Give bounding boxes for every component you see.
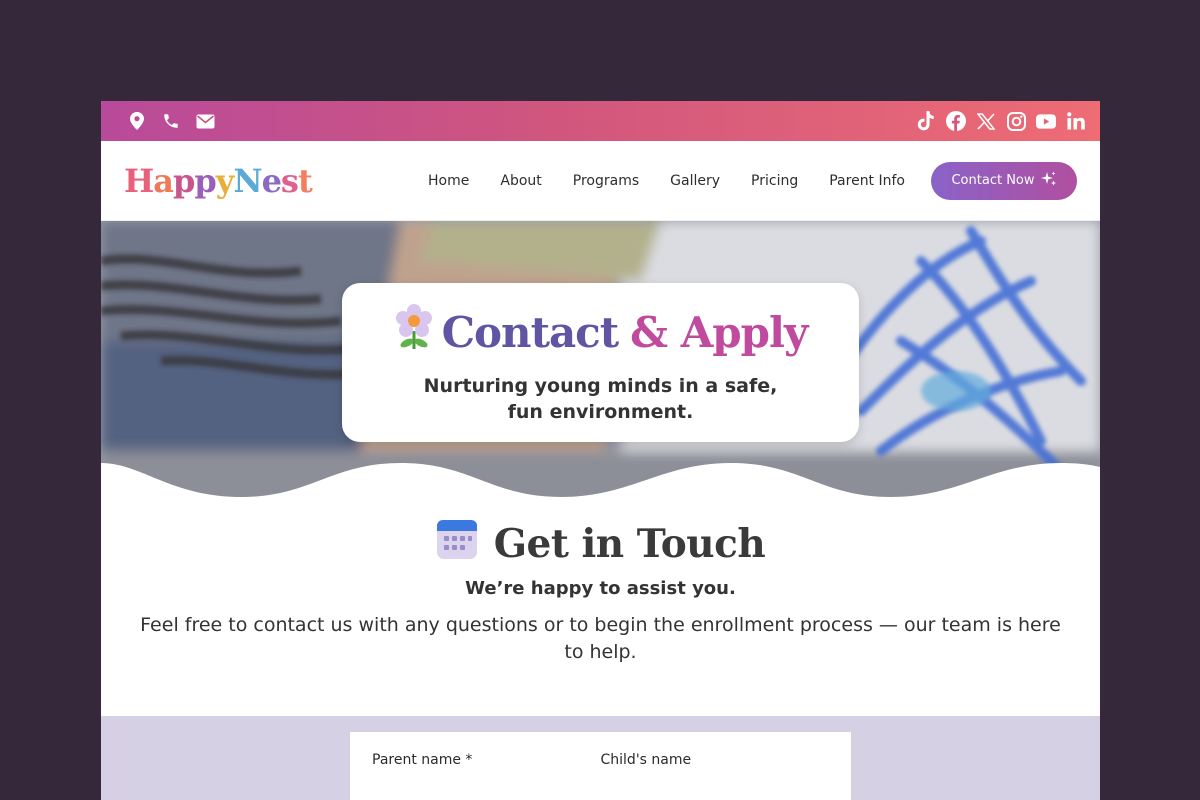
nav-item-home[interactable]: Home xyxy=(428,173,469,189)
phone-icon[interactable] xyxy=(161,111,181,131)
get-in-touch-heading: Get in Touch xyxy=(493,521,766,567)
flower-icon xyxy=(394,303,434,361)
logo-letter: e xyxy=(261,161,282,200)
logo-letter: y xyxy=(215,161,235,200)
main-navigation: HappyNest Home About Programs Gallery Pr… xyxy=(101,141,1100,221)
logo-letter: a xyxy=(153,161,174,200)
hero-card: Contact & Apply Nurturing young minds in… xyxy=(342,283,859,442)
get-in-touch-subtitle: We’re happy to assist you. xyxy=(465,578,736,599)
logo[interactable]: HappyNest xyxy=(124,161,313,200)
nav-item-about[interactable]: About xyxy=(500,173,541,189)
calendar-icon xyxy=(436,518,478,570)
hero-wave-divider xyxy=(101,463,1100,503)
logo-letter: t xyxy=(297,161,313,200)
contact-now-label: Contact Now xyxy=(951,173,1035,188)
sparkles-icon xyxy=(1040,171,1057,191)
contact-now-button[interactable]: Contact Now xyxy=(931,161,1077,200)
nav-item-programs[interactable]: Programs xyxy=(573,173,639,189)
logo-letter: p xyxy=(172,161,195,200)
logo-letter: H xyxy=(124,161,154,200)
top-contact-bar xyxy=(101,101,1100,141)
hero-title: Contact & Apply xyxy=(342,303,859,361)
hero-banner: Contact & Apply Nurturing young minds in… xyxy=(101,221,1100,503)
nav-menu: Home About Programs Gallery Pricing Pare… xyxy=(397,173,905,189)
nav-item-parent-info[interactable]: Parent Info xyxy=(829,173,905,189)
parent-name-label: Parent name * xyxy=(372,752,473,768)
child-name-label: Child's name xyxy=(600,752,692,768)
instagram-icon[interactable] xyxy=(1006,111,1026,131)
website-frame: HappyNest Home About Programs Gallery Pr… xyxy=(101,101,1100,800)
logo-letter: p xyxy=(194,161,216,200)
logo-letter: s xyxy=(280,161,299,200)
enrollment-form-section: Parent name * Child's name xyxy=(101,716,1100,800)
hero-title-apply: & Apply xyxy=(630,307,808,357)
hero-title-contact: Contact xyxy=(441,307,620,357)
facebook-icon[interactable] xyxy=(946,111,966,131)
hero-subtitle: Nurturing young minds in a safe, fun env… xyxy=(423,375,778,423)
get-in-touch-body: Feel free to contact us with any questio… xyxy=(140,614,1061,663)
logo-letter: N xyxy=(233,161,262,200)
nav-item-gallery[interactable]: Gallery xyxy=(670,173,720,189)
youtube-icon[interactable] xyxy=(1036,111,1056,131)
location-pin-icon[interactable] xyxy=(127,111,147,131)
get-in-touch-section: Get in Touch We’re happy to assist you. … xyxy=(101,503,1100,666)
x-icon[interactable] xyxy=(976,111,996,131)
tiktok-icon[interactable] xyxy=(916,111,936,131)
enrollment-form: Parent name * Child's name xyxy=(350,732,851,800)
linkedin-icon[interactable] xyxy=(1066,111,1086,131)
nav-item-pricing[interactable]: Pricing xyxy=(751,173,798,189)
mail-icon[interactable] xyxy=(195,111,215,131)
get-in-touch-title: Get in Touch xyxy=(101,518,1100,570)
